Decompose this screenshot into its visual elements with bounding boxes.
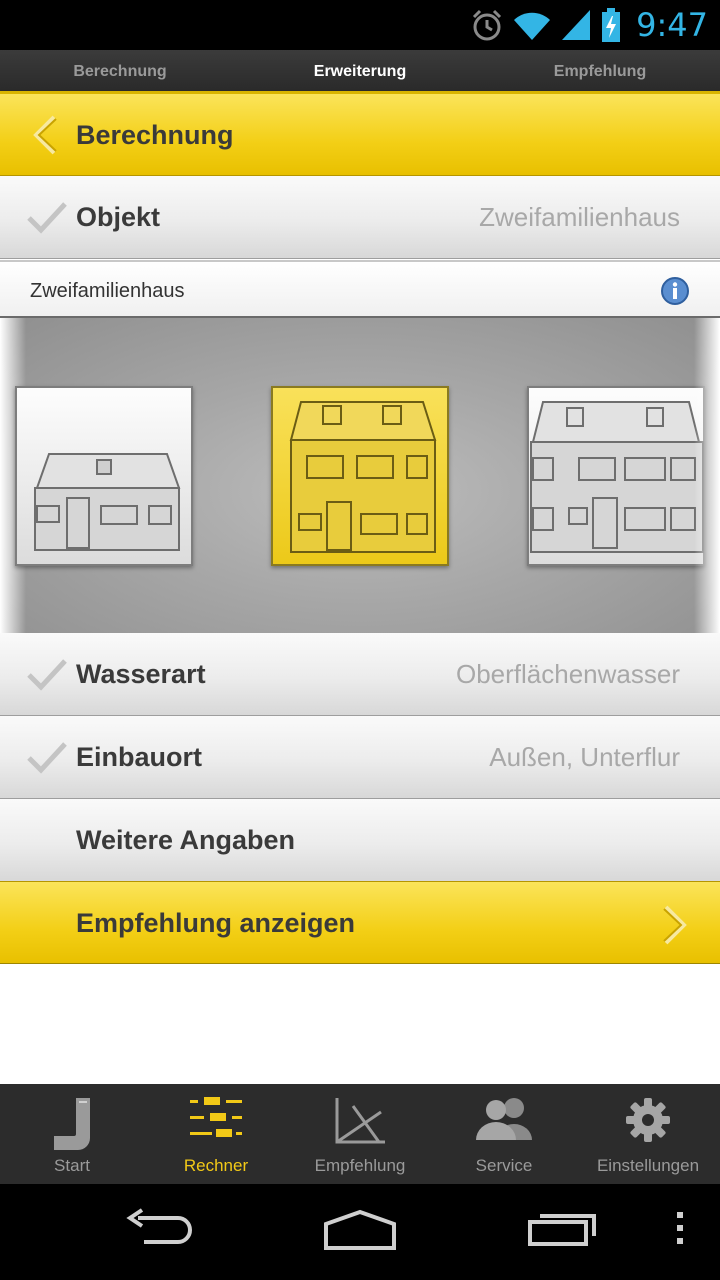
status-bar: 9:47: [0, 0, 720, 50]
calculator-sliders-icon: [190, 1097, 242, 1137]
house-option-two-family[interactable]: [271, 386, 449, 566]
weitere-angaben-row[interactable]: Weitere Angaben: [0, 799, 720, 882]
home-icon[interactable]: [322, 1208, 398, 1252]
show-recommendation-label: Empfehlung anzeigen: [76, 908, 356, 938]
house-option-multi-family[interactable]: [527, 386, 705, 566]
checkmark-icon: [27, 742, 67, 774]
nav-service[interactable]: Service: [432, 1084, 576, 1184]
einbauort-label: Einbauort: [76, 742, 202, 772]
nav-empfehlung-label: Empfehlung: [314, 1156, 406, 1175]
nav-rechner-label: Rechner: [183, 1156, 249, 1175]
info-icon[interactable]: [660, 276, 690, 306]
wasserart-label: Wasserart: [76, 659, 206, 689]
battery-charging-icon: [602, 8, 621, 42]
nav-rechner[interactable]: Rechner: [144, 1084, 288, 1184]
einbauort-row[interactable]: Einbauort Außen, Unterflur: [0, 716, 720, 799]
chevron-left-icon: [33, 115, 57, 155]
nav-start-label: Start: [54, 1156, 90, 1175]
signal-icon: [562, 10, 591, 40]
show-recommendation-button[interactable]: Empfehlung anzeigen: [0, 881, 720, 964]
object-type-label: Zweifamilienhaus: [30, 280, 185, 302]
wasserart-row[interactable]: Wasserart Oberflächenwasser: [0, 633, 720, 716]
recent-apps-icon[interactable]: [526, 1208, 600, 1248]
nav-service-label: Service: [475, 1156, 533, 1175]
clock: 9:47: [636, 6, 708, 44]
tab-berechnung[interactable]: Berechnung: [0, 50, 240, 91]
alarm-icon: [473, 9, 502, 41]
checkmark-icon: [27, 659, 67, 691]
header-back-button[interactable]: Berechnung: [0, 94, 720, 176]
objekt-value: Zweifamilienhaus: [479, 202, 680, 232]
two-family-house-icon: [289, 401, 437, 553]
bottom-navigation: Start Rechner Empfehlung Service Einstel…: [0, 1084, 720, 1184]
gear-icon: [626, 1098, 670, 1142]
nav-start[interactable]: Start: [0, 1084, 144, 1184]
back-icon[interactable]: [124, 1208, 196, 1248]
einbauort-value: Außen, Unterflur: [489, 742, 680, 772]
weitere-angaben-label: Weitere Angaben: [76, 825, 296, 855]
single-family-house-icon: [34, 453, 181, 551]
start-pipe-icon: [54, 1098, 90, 1150]
tab-erweiterung[interactable]: Erweiterung: [240, 50, 480, 91]
wifi-icon: [514, 12, 551, 41]
wasserart-value: Oberflächenwasser: [456, 659, 680, 689]
chevron-right-icon: [663, 905, 687, 945]
overflow-menu-icon[interactable]: [674, 1208, 686, 1248]
nav-einstellungen-label: Einstellungen: [596, 1156, 700, 1175]
house-option-single-family[interactable]: [15, 386, 193, 566]
house-carousel[interactable]: [0, 318, 720, 633]
top-tabs: Berechnung Erweiterung Empfehlung: [0, 50, 720, 94]
status-icons: 9:47: [470, 6, 708, 44]
objekt-label: Objekt: [76, 202, 161, 232]
object-subheader: Zweifamilienhaus: [0, 260, 720, 318]
checkmark-icon: [27, 202, 67, 234]
tab-empfehlung[interactable]: Empfehlung: [480, 50, 720, 91]
nav-empfehlung[interactable]: Empfehlung: [288, 1084, 432, 1184]
page-title: Berechnung: [76, 120, 234, 150]
multi-family-house-icon: [530, 401, 704, 553]
people-icon: [476, 1098, 532, 1140]
objekt-row[interactable]: Objekt Zweifamilienhaus: [0, 176, 720, 259]
system-navigation-bar: [0, 1184, 720, 1280]
recommendation-chart-icon: [335, 1098, 385, 1144]
nav-einstellungen[interactable]: Einstellungen: [576, 1084, 720, 1184]
